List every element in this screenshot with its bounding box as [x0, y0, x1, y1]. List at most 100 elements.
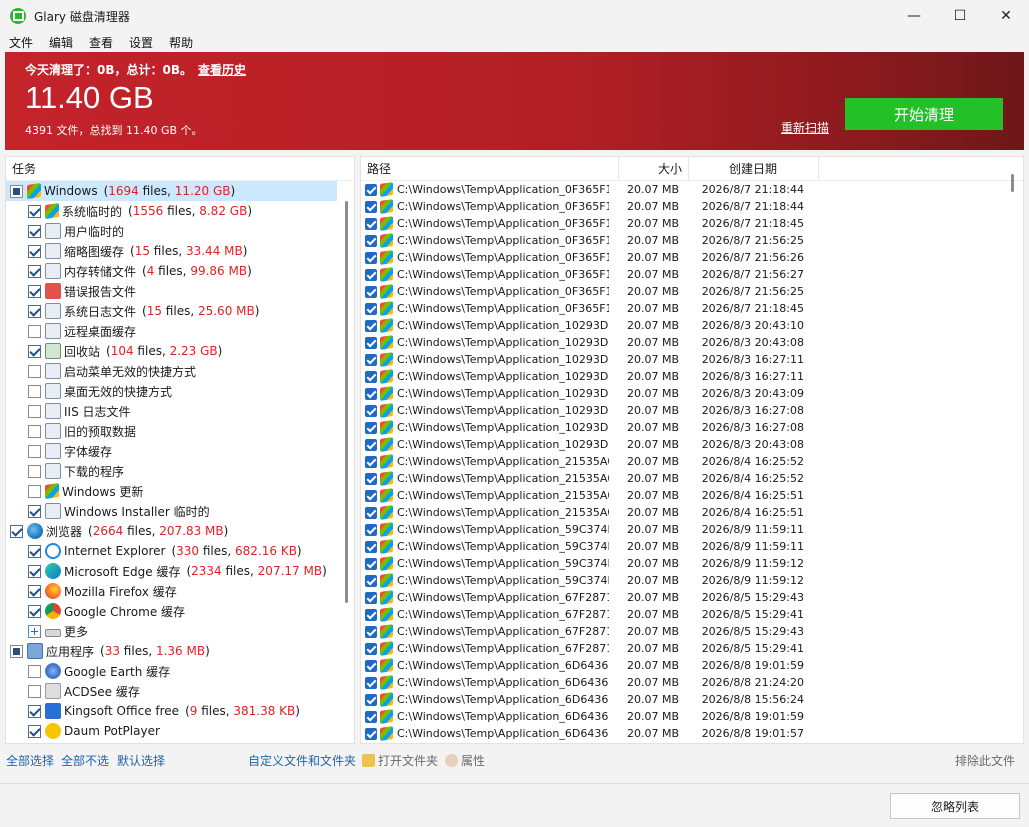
table-row[interactable]: C:\Windows\Temp\Application_10293D78... 2… — [361, 385, 1023, 402]
task-checkbox[interactable] — [28, 724, 41, 738]
tree-item[interactable]: 更多 — [6, 621, 354, 641]
task-checkbox[interactable] — [10, 644, 23, 658]
task-checkbox[interactable] — [28, 584, 41, 598]
column-date[interactable]: 创建日期 — [689, 157, 819, 180]
tree-item[interactable]: Windows 更新 — [6, 481, 354, 501]
table-row[interactable]: C:\Windows\Temp\Application_6D6436EB... 2… — [361, 691, 1023, 708]
tree-item[interactable]: Microsoft Edge 缓存 (2334 files, 207.17 MB) — [6, 561, 354, 581]
tree-item[interactable]: 系统临时的 (1556 files, 8.82 GB) — [6, 201, 354, 221]
file-checkbox[interactable] — [365, 625, 377, 638]
task-checkbox[interactable] — [28, 424, 41, 438]
task-checkbox[interactable] — [28, 324, 41, 338]
table-row[interactable]: C:\Windows\Temp\Application_59C374F6... 2… — [361, 572, 1023, 589]
file-checkbox[interactable] — [365, 489, 377, 502]
start-clean-button[interactable]: 开始清理 — [845, 98, 1003, 130]
table-row[interactable]: C:\Windows\Temp\Application_10293D78... 2… — [361, 334, 1023, 351]
rescan-link[interactable]: 重新扫描 — [781, 119, 829, 136]
file-checkbox[interactable] — [365, 268, 377, 281]
file-checkbox[interactable] — [365, 455, 377, 468]
table-row[interactable]: C:\Windows\Temp\Application_0F365F11... 2… — [361, 283, 1023, 300]
minimize-button[interactable]: — — [891, 0, 937, 32]
task-checkbox[interactable] — [28, 564, 41, 578]
file-checkbox[interactable] — [365, 200, 377, 213]
task-checkbox[interactable] — [28, 484, 41, 498]
task-checkbox[interactable] — [28, 364, 41, 378]
tree-item[interactable]: 回收站 (104 files, 2.23 GB) — [6, 341, 354, 361]
tree-item[interactable]: 系统日志文件 (15 files, 25.60 MB) — [6, 301, 354, 321]
table-row[interactable]: C:\Windows\Temp\Application_67F2871D... 2… — [361, 623, 1023, 640]
view-history-link[interactable]: 查看历史 — [198, 63, 246, 77]
file-checkbox[interactable] — [365, 472, 377, 485]
table-row[interactable]: C:\Windows\Temp\Application_10293D78... 2… — [361, 436, 1023, 453]
task-checkbox[interactable] — [28, 384, 41, 398]
table-row[interactable]: C:\Windows\Temp\Application_0F365F11... 2… — [361, 300, 1023, 317]
menu-help[interactable]: 帮助 — [169, 34, 193, 51]
table-row[interactable]: C:\Windows\Temp\Application_0F365F11... 2… — [361, 181, 1023, 198]
tree-item[interactable]: Google Chrome 缓存 — [6, 601, 354, 621]
file-checkbox[interactable] — [365, 438, 377, 451]
menu-settings[interactable]: 设置 — [129, 34, 153, 51]
file-checkbox[interactable] — [365, 727, 377, 740]
file-checkbox[interactable] — [365, 387, 377, 400]
tree-item[interactable]: 缩略图缓存 (15 files, 33.44 MB) — [6, 241, 354, 261]
tree-item[interactable]: Mozilla Firefox 缓存 — [6, 581, 354, 601]
tree-item[interactable]: Daum PotPlayer — [6, 721, 354, 741]
table-row[interactable]: C:\Windows\Temp\Application_59C374F6... 2… — [361, 521, 1023, 538]
table-row[interactable]: C:\Windows\Temp\Application_0F365F11... 2… — [361, 198, 1023, 215]
menu-view[interactable]: 查看 — [89, 34, 113, 51]
file-checkbox[interactable] — [365, 523, 377, 536]
task-checkbox[interactable] — [28, 344, 41, 358]
file-checkbox[interactable] — [365, 302, 377, 315]
file-checkbox[interactable] — [365, 370, 377, 383]
file-checkbox[interactable] — [365, 574, 377, 587]
tree-item[interactable]: 错误报告文件 — [6, 281, 354, 301]
table-row[interactable]: C:\Windows\Temp\Application_0F365F11... 2… — [361, 232, 1023, 249]
tree-item[interactable]: 用户临时的 — [6, 221, 354, 241]
task-checkbox[interactable] — [28, 224, 41, 238]
file-checkbox[interactable] — [365, 251, 377, 264]
file-checkbox[interactable] — [365, 659, 377, 672]
column-path[interactable]: 路径 — [361, 157, 619, 180]
tree-item[interactable]: 下载的程序 — [6, 461, 354, 481]
table-row[interactable]: C:\Windows\Temp\Application_59C374F6... 2… — [361, 538, 1023, 555]
task-checkbox[interactable] — [28, 244, 41, 258]
table-row[interactable]: C:\Windows\Temp\Application_67F2871D... 2… — [361, 589, 1023, 606]
expand-toggle[interactable] — [28, 624, 41, 638]
tree-item[interactable]: Kingsoft Office free (9 files, 381.38 KB) — [6, 701, 354, 721]
task-checkbox[interactable] — [28, 544, 41, 558]
table-row[interactable]: C:\Windows\Temp\Application_10293D78... 2… — [361, 419, 1023, 436]
table-row[interactable]: C:\Windows\Temp\Application_67F2871D... 2… — [361, 606, 1023, 623]
table-row[interactable]: C:\Windows\Temp\Application_0F365F11... 2… — [361, 266, 1023, 283]
table-row[interactable]: C:\Windows\Temp\Application_6D6436EB... 2… — [361, 708, 1023, 725]
tree-item[interactable]: Windows (1694 files, 11.20 GB) — [6, 181, 337, 201]
table-row[interactable]: C:\Windows\Temp\Application_21535A0B... 2… — [361, 504, 1023, 521]
tree-item[interactable]: Windows Installer 临时的 — [6, 501, 354, 521]
tree-item[interactable]: 字体缓存 — [6, 441, 354, 461]
open-folder-link[interactable]: 打开文件夹 — [362, 752, 438, 769]
task-checkbox[interactable] — [28, 704, 41, 718]
task-checkbox[interactable] — [10, 524, 23, 538]
table-row[interactable]: C:\Windows\Temp\Application_0F365F11... 2… — [361, 249, 1023, 266]
close-button[interactable]: ✕ — [983, 0, 1029, 32]
file-checkbox[interactable] — [365, 421, 377, 434]
column-size[interactable]: 大小 — [619, 157, 689, 180]
file-checkbox[interactable] — [365, 591, 377, 604]
tree-item[interactable]: 启动菜单无效的快捷方式 — [6, 361, 354, 381]
tree-item[interactable]: 应用程序 (33 files, 1.36 MB) — [6, 641, 354, 661]
tree-item[interactable]: 远程桌面缓存 — [6, 321, 354, 341]
file-checkbox[interactable] — [365, 540, 377, 553]
task-checkbox[interactable] — [28, 284, 41, 298]
table-row[interactable]: C:\Windows\Temp\Application_59C374F6... 2… — [361, 555, 1023, 572]
task-checkbox[interactable] — [28, 304, 41, 318]
file-checkbox[interactable] — [365, 642, 377, 655]
table-row[interactable]: C:\Windows\Temp\Application_21535A0B... 2… — [361, 470, 1023, 487]
task-checkbox[interactable] — [28, 684, 41, 698]
file-checkbox[interactable] — [365, 319, 377, 332]
task-checkbox[interactable] — [28, 404, 41, 418]
maximize-button[interactable]: ☐ — [937, 0, 983, 32]
task-checkbox[interactable] — [28, 604, 41, 618]
table-row[interactable]: C:\Windows\Temp\Application_10293D78... 2… — [361, 351, 1023, 368]
task-checkbox[interactable] — [28, 464, 41, 478]
table-row[interactable]: C:\Windows\Temp\Application_10293D78... 2… — [361, 317, 1023, 334]
ignore-list-button[interactable]: 忽略列表 — [890, 793, 1020, 819]
